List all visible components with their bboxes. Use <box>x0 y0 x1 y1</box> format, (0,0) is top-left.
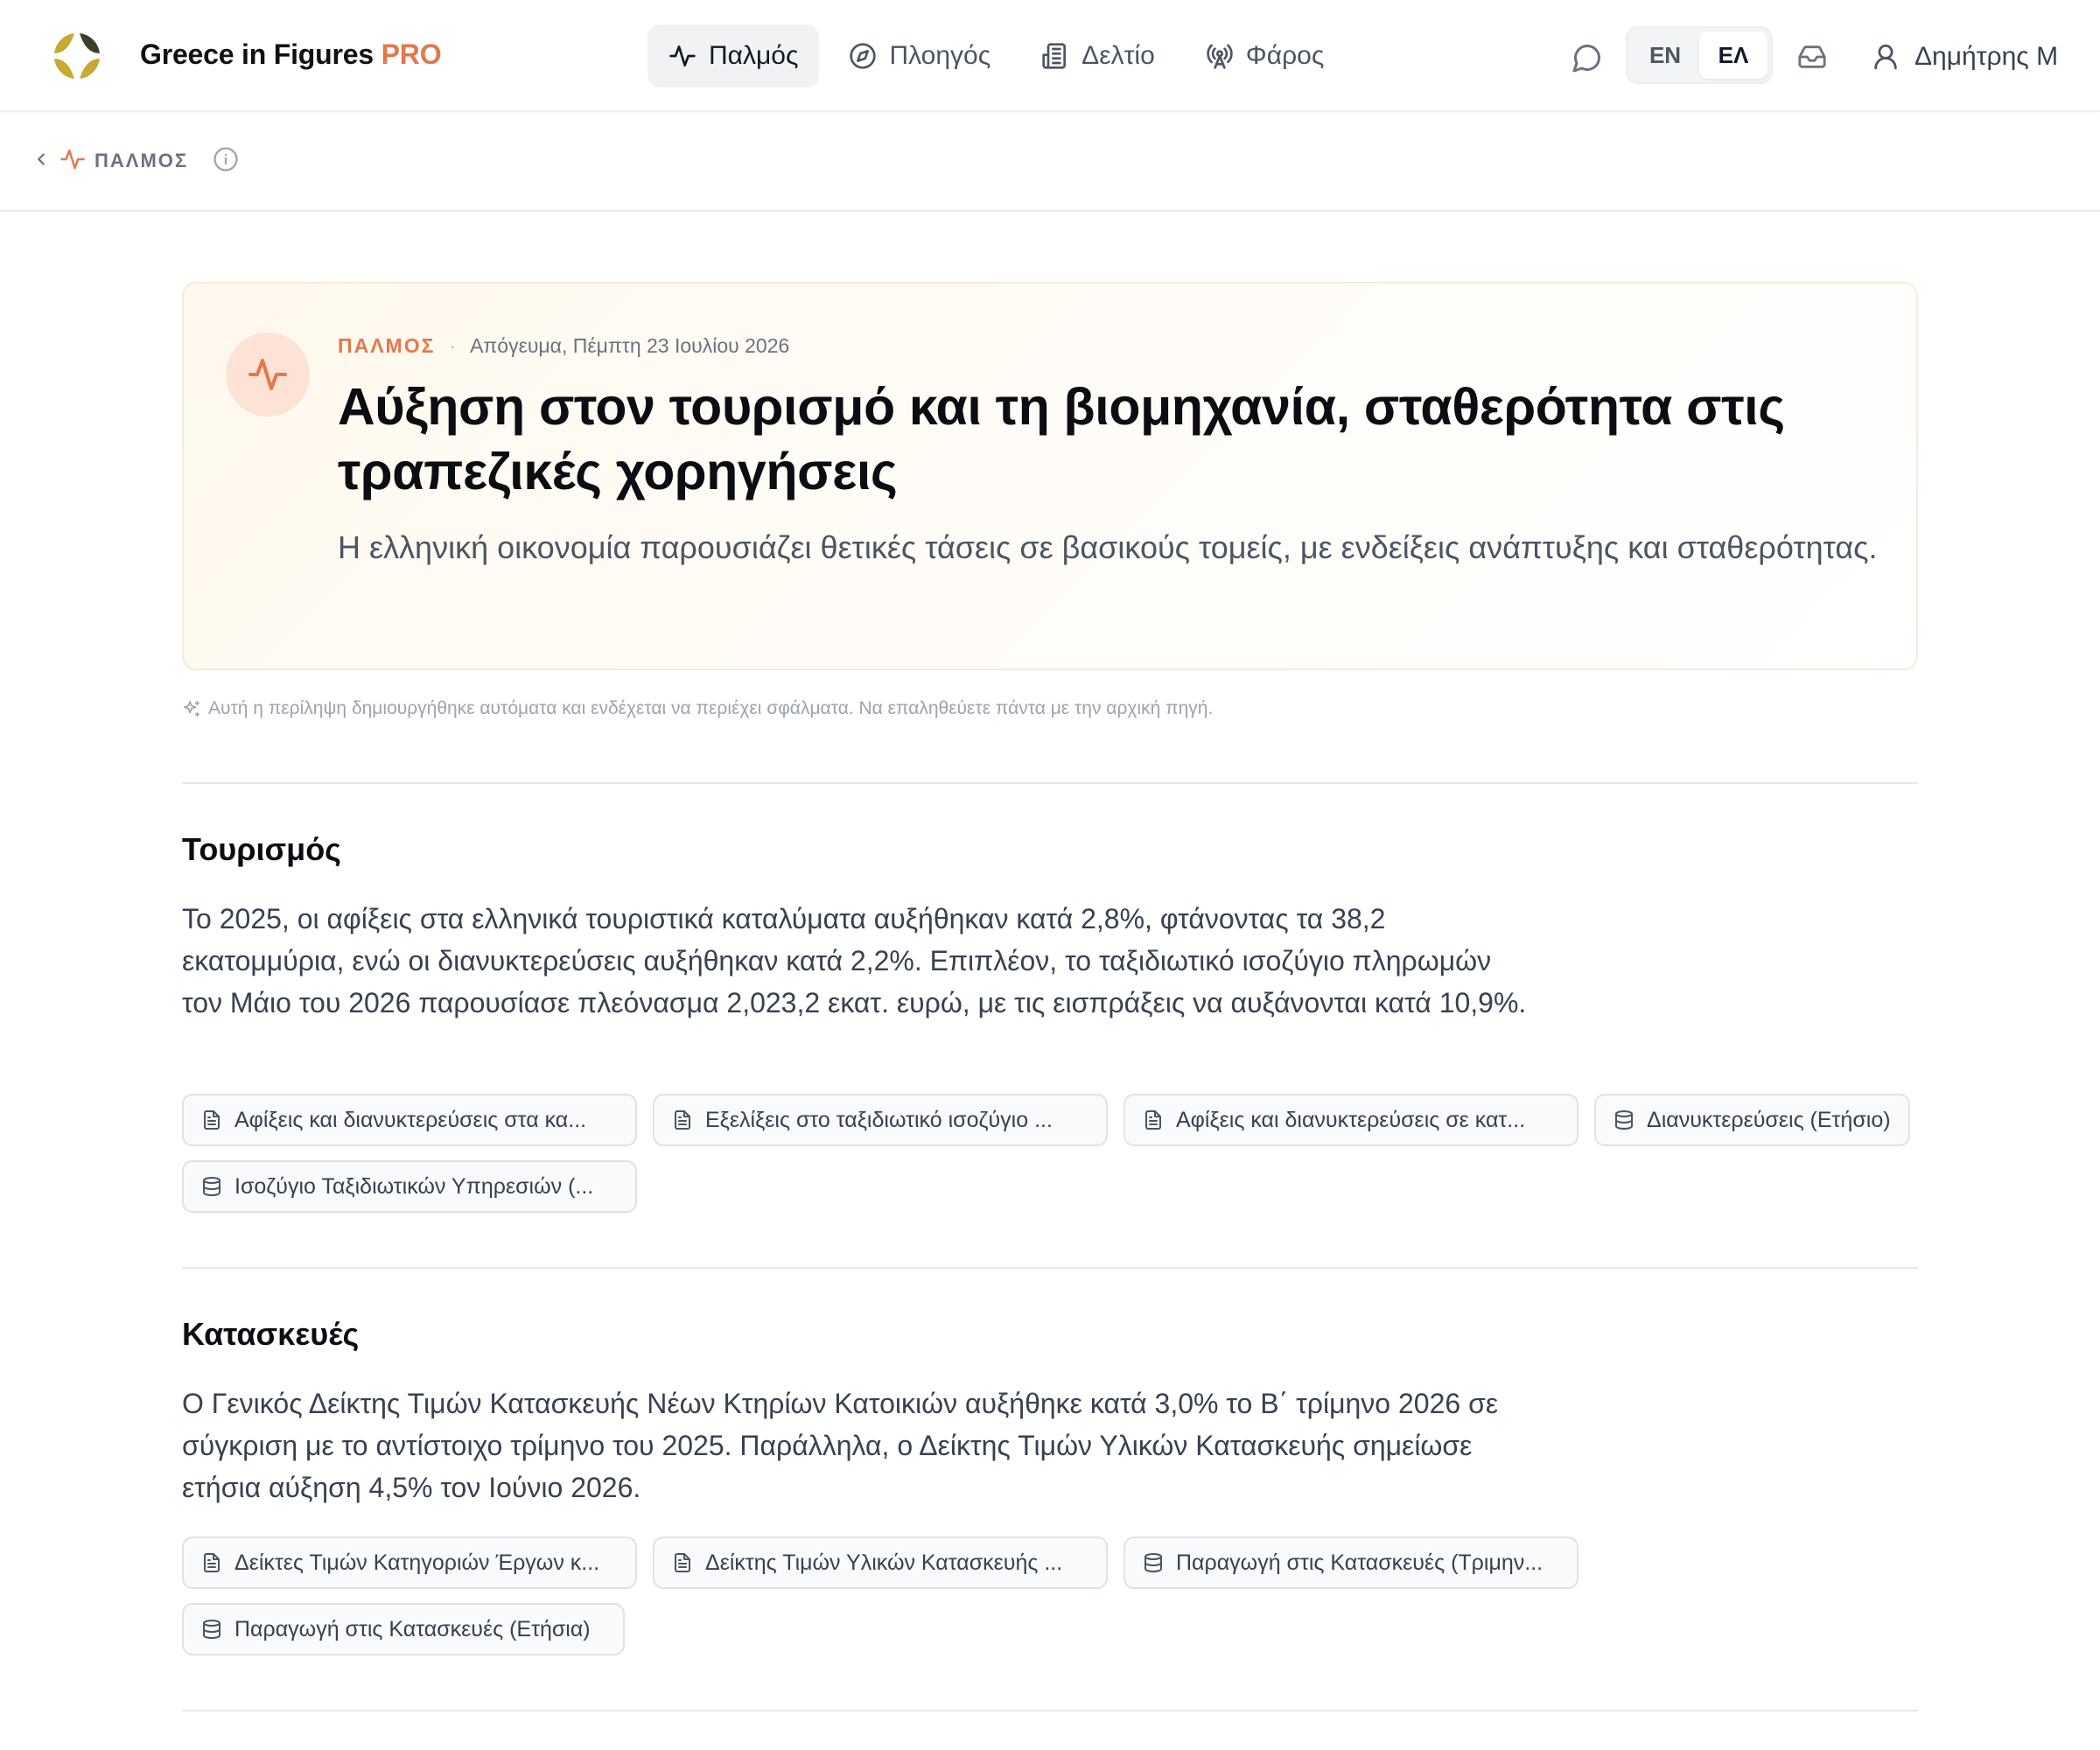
top-navbar: Greece in Figures PRO Παλμός Πλοηγός Δελ… <box>0 0 2100 112</box>
section-body-construction: Ο Γενικός Δείκτης Τιμών Κατασκευής Νέων … <box>182 1388 1499 1503</box>
source-chip-label: Δείκτες Τιμών Κατηγοριών Έργων κ... <box>234 1550 600 1575</box>
inbox-icon[interactable] <box>1797 42 1827 72</box>
user-icon <box>1874 44 1897 70</box>
chat-icon[interactable] <box>1572 42 1603 74</box>
pulse-icon <box>60 149 85 169</box>
nav-item-label: Πλοηγός <box>889 41 991 70</box>
source-chip[interactable]: Δείκτες Τιμών Κατηγοριών Έργων κ... <box>182 1536 637 1589</box>
section-divider <box>182 1267 1918 1269</box>
lang-el-button[interactable]: ΕΛ <box>1699 32 1768 79</box>
page-title: Αύξηση στον τουρισμό και τη βιομηχανία, … <box>338 378 1785 500</box>
source-list-tourism: Αφίξεις και διανυκτερεύσεις στα κα... Εξ… <box>182 1094 1923 1213</box>
source-chip[interactable]: Παραγωγή στις Κατασκευές (Τριμην... <box>1124 1536 1578 1589</box>
brand-tier-badge: PRO <box>381 38 442 70</box>
source-chip[interactable]: Δείκτης Τιμών Υλικών Κατασκευής ... <box>653 1536 1108 1589</box>
database-icon <box>203 1177 220 1196</box>
brand-name: Greece in Figures <box>140 38 374 70</box>
hero-meta: ΠΑΛΜΟΣ · Απόγευμα, Πέμπτη 23 Ιουλίου 202… <box>338 334 789 358</box>
source-chip[interactable]: Διανυκτερεύσεις (Ετήσιο) <box>1594 1094 1910 1146</box>
document-icon <box>675 1553 690 1572</box>
nav-item-navigator[interactable]: Πλοηγός <box>828 24 1012 88</box>
source-chip[interactable]: Εξελίξεις στο ταξιδιωτικό ισοζύγιο ... <box>653 1094 1108 1146</box>
sparkles-icon <box>183 700 200 718</box>
source-chip[interactable]: Ισοζύγιο Ταξιδιωτικών Υπηρεσιών (... <box>182 1160 637 1213</box>
section-divider <box>182 782 1918 784</box>
nav-item-bulletin[interactable]: Δελτίο <box>1020 24 1176 88</box>
source-chip-label: Ισοζύγιο Ταξιδιωτικών Υπηρεσιών (... <box>234 1173 594 1199</box>
pulse-icon <box>669 46 696 66</box>
brand-title[interactable]: Greece in Figures PRO <box>140 38 442 71</box>
lang-en-button[interactable]: EN <box>1631 32 1699 79</box>
source-chip-label: Εξελίξεις στο ταξιδιωτικό ισοζύγιο ... <box>705 1107 1053 1132</box>
section-title-tourism: Τουρισμός <box>182 831 341 867</box>
language-switcher: EN ΕΛ <box>1626 26 1773 84</box>
hero-tag: ΠΑΛΜΟΣ <box>338 334 436 357</box>
user-menu[interactable]: Δημήτρης Μ <box>1871 35 2058 79</box>
pulse-icon <box>248 359 287 390</box>
nav-item-label: Δελτίο <box>1082 41 1155 70</box>
compass-icon <box>850 43 877 69</box>
main-nav: Παλμός Πλοηγός Δελτίο Φάρος <box>648 24 1345 88</box>
section-title-construction: Κατασκευές <box>182 1316 360 1352</box>
source-chip-label: Δείκτης Τιμών Υλικών Κατασκευής ... <box>705 1550 1063 1575</box>
document-icon <box>1145 1110 1161 1130</box>
broadcast-icon <box>1207 44 1233 69</box>
page-subtitle: Η ελληνική οικονομία παρουσιάζει θετικές… <box>338 529 1878 565</box>
ai-disclaimer: Αυτή η περίληψη δημιουργήθηκε αυτόματα κ… <box>182 698 1213 719</box>
newspaper-icon <box>1042 43 1067 69</box>
breadcrumb-bar: ΠΑΛΜΟΣ <box>0 112 2100 212</box>
info-icon <box>214 146 238 172</box>
database-icon <box>203 1620 220 1639</box>
source-list-construction: Δείκτες Τιμών Κατηγοριών Έργων κ... Δείκ… <box>182 1536 1923 1656</box>
breadcrumb: ΠΑΛΜΟΣ <box>32 145 239 177</box>
source-chip[interactable]: Αφίξεις και διανυκτερεύσεις σε κατ... <box>1124 1094 1578 1146</box>
source-chip-label: Παραγωγή στις Κατασκευές (Ετήσια) <box>234 1616 591 1642</box>
summary-hero-card: ΠΑΛΜΟΣ · Απόγευμα, Πέμπτη 23 Ιουλίου 202… <box>182 282 1918 670</box>
nav-item-label: Παλμός <box>709 41 799 70</box>
breadcrumb-label: ΠΑΛΜΟΣ <box>94 150 189 172</box>
source-chip[interactable]: Αφίξεις και διανυκτερεύσεις στα κα... <box>182 1094 637 1146</box>
chevron-left-icon <box>38 152 45 165</box>
hero-date: Απόγευμα, Πέμπτη 23 Ιουλίου 2026 <box>470 334 790 357</box>
section-body-tourism: Το 2025, οι αφίξεις στα ελληνικά τουριστ… <box>182 903 1527 1018</box>
database-icon <box>1615 1110 1633 1130</box>
source-chip-label: Αφίξεις και διανυκτερεύσεις σε κατ... <box>1176 1107 1526 1132</box>
disclaimer-text: Αυτή η περίληψη δημιουργήθηκε αυτόματα κ… <box>208 698 1214 718</box>
hero-icon-badge <box>226 332 310 416</box>
document-icon <box>204 1110 220 1130</box>
nav-item-lighthouse[interactable]: Φάρος <box>1185 24 1346 88</box>
source-chip-label: Αφίξεις και διανυκτερεύσεις στα κα... <box>234 1107 587 1132</box>
section-divider <box>182 1710 1918 1712</box>
greece-in-figures-logo[interactable] <box>51 30 103 82</box>
document-icon <box>675 1110 690 1130</box>
back-button[interactable] <box>32 150 51 173</box>
meta-separator: · <box>449 334 457 357</box>
source-chip-label: Διανυκτερεύσεις (Ετήσιο) <box>1647 1107 1891 1132</box>
nav-item-label: Φάρος <box>1245 41 1325 70</box>
info-button[interactable] <box>213 146 239 177</box>
source-chip-label: Παραγωγή στις Κατασκευές (Τριμην... <box>1176 1550 1544 1575</box>
nav-item-pulse[interactable]: Παλμός <box>648 24 820 88</box>
database-icon <box>1144 1553 1162 1572</box>
document-icon <box>204 1553 220 1572</box>
user-name: Δημήτρης Μ <box>1914 42 2059 71</box>
source-chip[interactable]: Παραγωγή στις Κατασκευές (Ετήσια) <box>182 1603 625 1656</box>
